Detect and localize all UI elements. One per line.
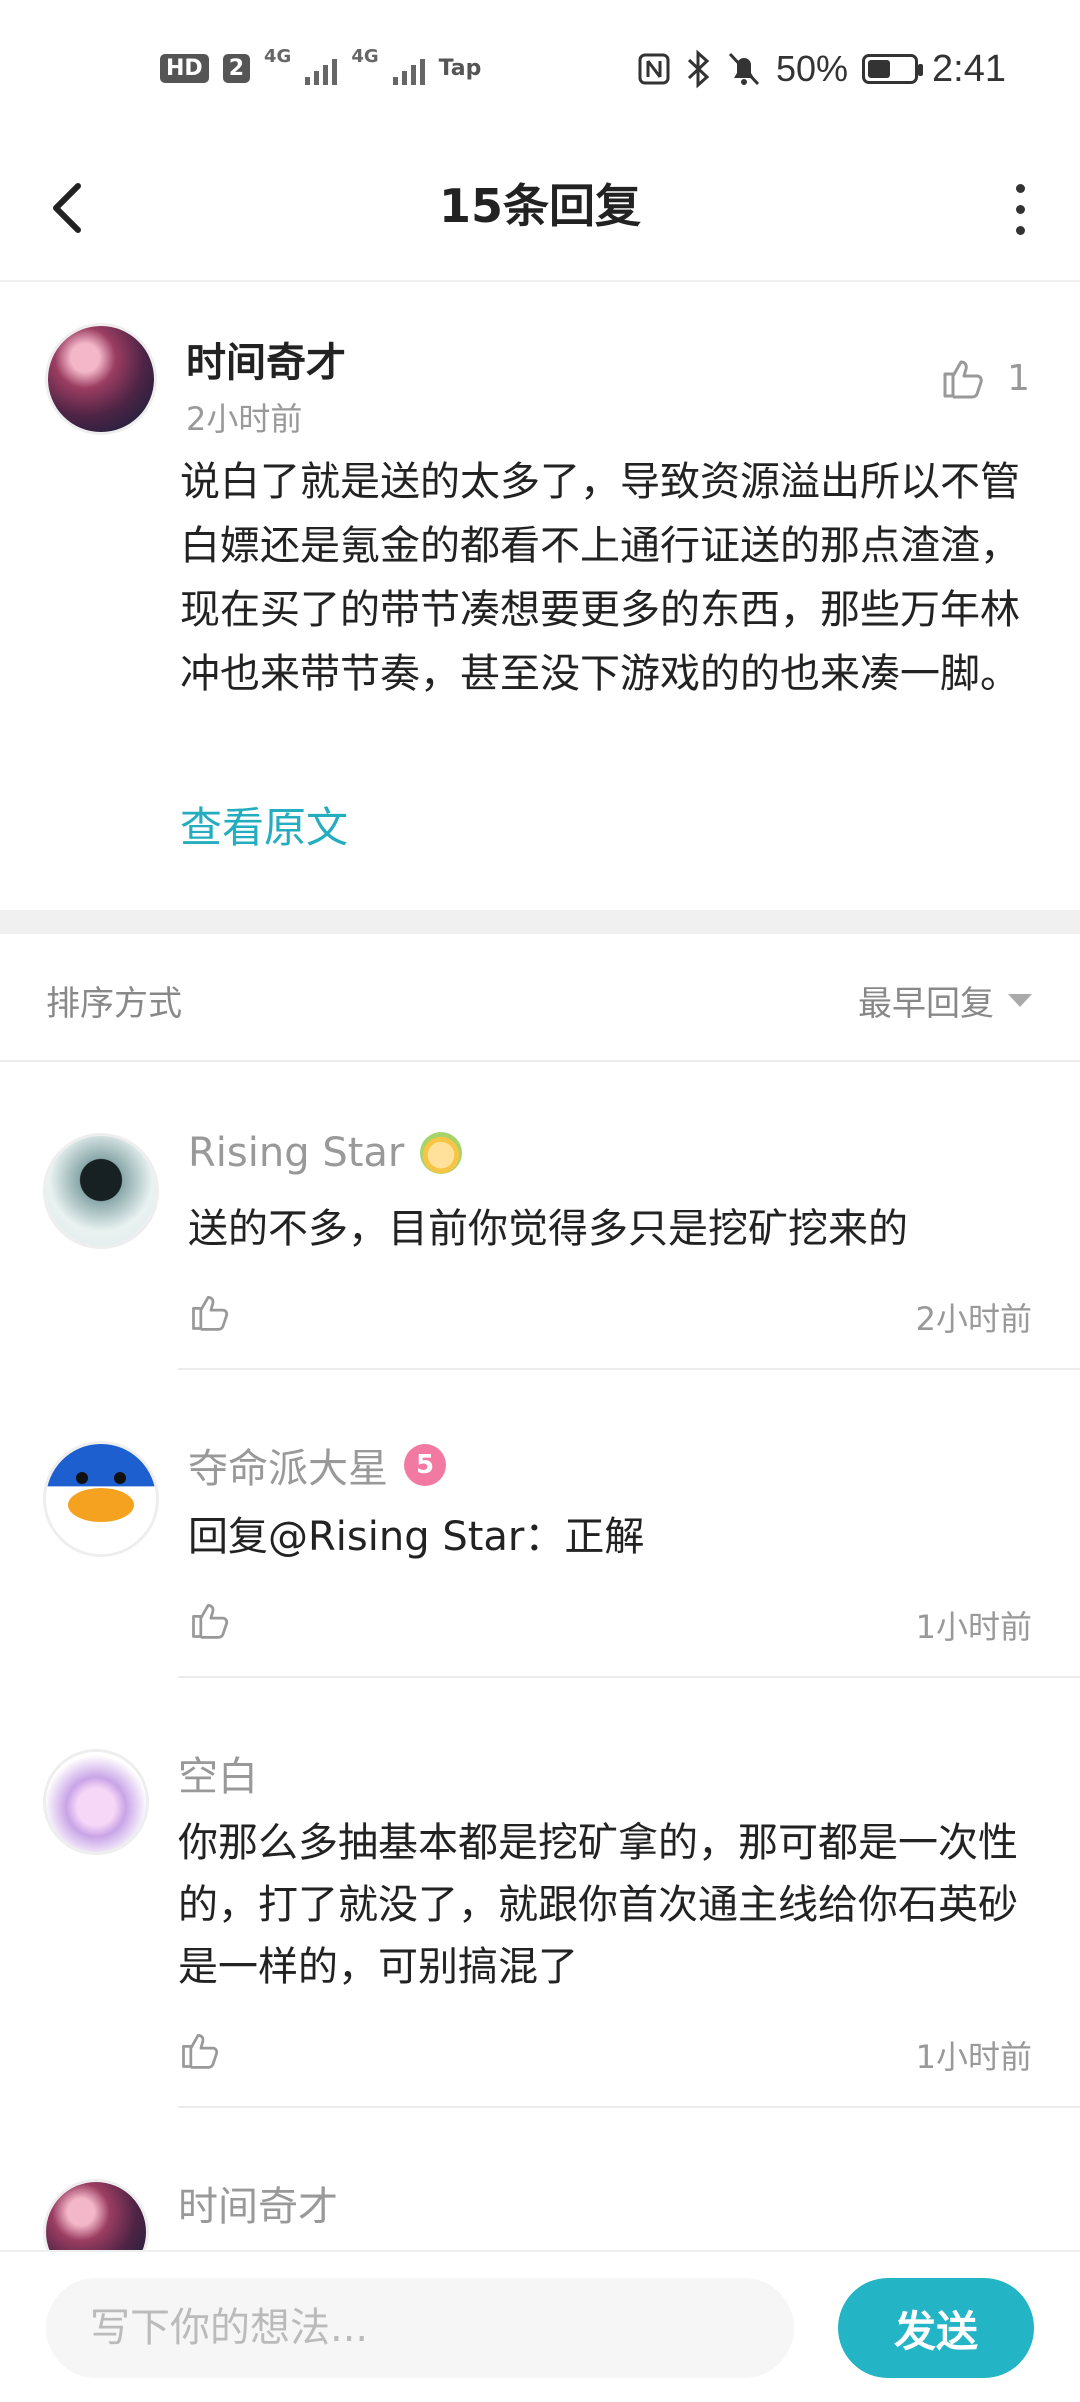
mute-bell-icon xyxy=(728,52,760,86)
more-dot-icon xyxy=(1015,204,1025,214)
thumbs-up-icon xyxy=(192,1603,229,1639)
reply-like-button[interactable] xyxy=(188,1598,232,1646)
comment-input[interactable] xyxy=(46,2278,794,2378)
main-comment-time: 2小时前 xyxy=(186,400,303,438)
reply-text: 你那么多抽基本都是挖矿拿的，那可都是一次性的，打了就没了，就跟你首次通主线给你石… xyxy=(178,1820,1018,1990)
reply-author[interactable]: Rising Star xyxy=(188,1130,463,1176)
reply-author[interactable]: 夺命派大星 5 xyxy=(188,1436,446,1494)
clock: 2:41 xyxy=(932,47,1006,90)
reply-avatar[interactable] xyxy=(46,1444,156,1554)
view-original-link[interactable]: 查看原文 xyxy=(180,794,348,855)
network-type-2: 4G xyxy=(351,45,379,67)
status-right: 50% 2:41 xyxy=(636,44,1006,94)
caret-down-icon xyxy=(1008,994,1032,1007)
reply-author[interactable]: 空白 xyxy=(178,1744,258,1802)
reply-time: 1小时前 xyxy=(915,1608,1032,1646)
reply-avatar[interactable] xyxy=(46,1136,156,1246)
main-comment-like-count: 1 xyxy=(1007,357,1030,399)
hd-badge: HD xyxy=(160,53,209,83)
main-comment-text: 说白了就是送的太多了，导致资源溢出所以不管白嫖还是氪金的都看不上通行证送的那点渣… xyxy=(180,459,1020,697)
nfc-icon xyxy=(638,53,670,85)
reply-separator xyxy=(178,1676,1080,1678)
thumbs-up-icon xyxy=(192,1295,229,1331)
sort-value: 最早回复 xyxy=(858,984,994,1024)
signal-bars-icon xyxy=(305,51,338,85)
main-comment-author[interactable]: 时间奇才 xyxy=(186,330,346,388)
main-comment-like-button[interactable]: 1 xyxy=(939,354,1030,402)
section-divider xyxy=(0,910,1080,934)
sort-row: 排序方式 最早回复 xyxy=(0,934,1080,1062)
more-dot-icon xyxy=(1015,183,1025,193)
network-type-1: 4G xyxy=(264,45,292,67)
level-badge: 5 xyxy=(404,1444,446,1486)
reply-avatar[interactable] xyxy=(46,1752,146,1852)
more-dot-icon xyxy=(1015,225,1025,235)
reply-separator xyxy=(178,2106,1080,2108)
reply-separator xyxy=(178,1368,1080,1370)
status-left: HD 2 4G 4G Tap xyxy=(160,46,481,90)
thumbs-up-icon xyxy=(943,360,983,399)
reply-like-button[interactable] xyxy=(178,2028,222,2076)
reply-like-button[interactable] xyxy=(188,1290,232,1338)
top-app-bar: 15条回复 xyxy=(0,136,1080,282)
battery-icon xyxy=(862,54,924,84)
reply-time: 1小时前 xyxy=(915,2038,1032,2076)
bluetooth-icon xyxy=(687,49,710,89)
more-options-button[interactable] xyxy=(1008,174,1032,244)
thumbs-up-icon xyxy=(182,2033,219,2069)
main-comment-avatar[interactable] xyxy=(48,326,154,432)
send-button[interactable]: 发送 xyxy=(838,2278,1034,2378)
reply-time: 2小时前 xyxy=(915,1300,1032,1338)
user-badge-icon xyxy=(420,1132,463,1174)
signal-bars-icon-2 xyxy=(392,51,425,85)
battery-percent: 50% xyxy=(775,48,849,89)
page-title: 15条回复 xyxy=(438,179,641,233)
comment-composer: 发送 xyxy=(0,2250,1080,2402)
sort-dropdown[interactable]: 最早回复 xyxy=(858,976,1032,1025)
tap-app-icon: Tap xyxy=(438,55,482,81)
sim-badge: 2 xyxy=(222,53,250,83)
sort-label: 排序方式 xyxy=(46,984,182,1024)
reply-text: 回复@Rising Star：正解 xyxy=(188,1514,645,1560)
reply-author[interactable]: 时间奇才 xyxy=(178,2174,338,2232)
reply-text: 送的不多，目前你觉得多只是挖矿挖来的 xyxy=(188,1206,908,1252)
status-bar: HD 2 4G 4G Tap 50% 2:41 xyxy=(0,0,1080,136)
